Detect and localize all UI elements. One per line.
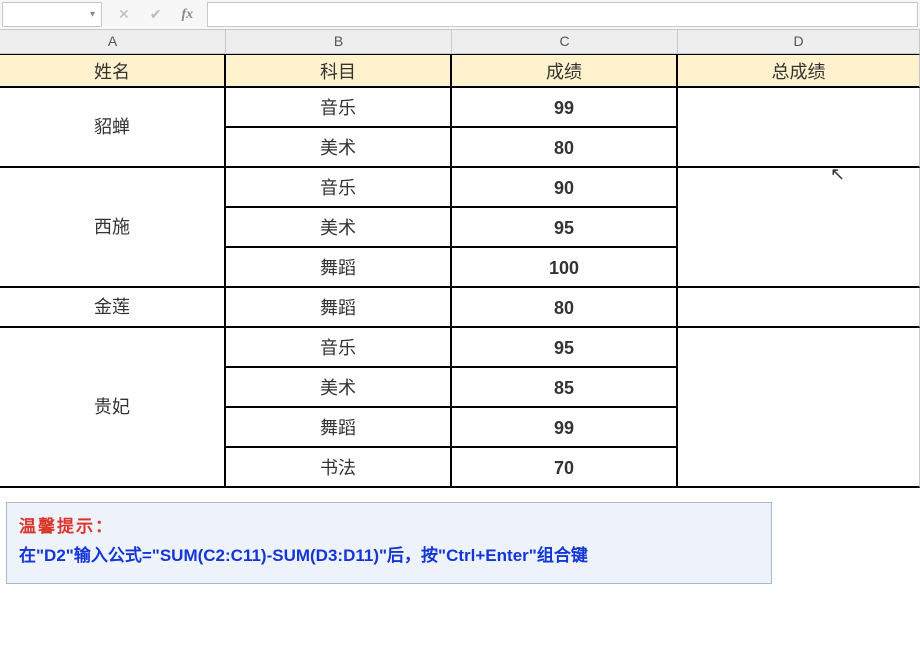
tip-box: 温馨提示： 在"D2"输入公式="SUM(C2:C11)-SUM(D3:D11)…	[6, 502, 772, 584]
cell-score[interactable]: 95	[452, 208, 678, 248]
formula-input[interactable]	[207, 2, 918, 27]
tip-body: 在"D2"输入公式="SUM(C2:C11)-SUM(D3:D11)"后，按"C…	[19, 542, 759, 571]
cell-score[interactable]: 100	[452, 248, 678, 288]
header-total[interactable]: 总成绩	[678, 54, 920, 88]
cell-score[interactable]: 90	[452, 168, 678, 208]
cell-score[interactable]: 85	[452, 368, 678, 408]
cell-subject[interactable]: 音乐	[226, 328, 452, 368]
cell-total[interactable]	[678, 88, 920, 168]
cell-subject[interactable]: 书法	[226, 448, 452, 488]
row-group: 西施音乐90美术95舞蹈100	[0, 168, 920, 288]
spreadsheet-grid: 姓名 科目 成绩 总成绩 貂蝉音乐99美术80西施音乐90美术95舞蹈100金莲…	[0, 54, 920, 488]
cell-name[interactable]: 贵妃	[0, 328, 226, 488]
cell-total[interactable]	[678, 168, 920, 288]
formula-bar-buttons: ✕ ✔ fx	[104, 0, 207, 29]
cell-subject[interactable]: 美术	[226, 208, 452, 248]
cell-score[interactable]: 95	[452, 328, 678, 368]
row-group: 金莲舞蹈80	[0, 288, 920, 328]
cell-score[interactable]: 80	[452, 128, 678, 168]
cell-total[interactable]	[678, 288, 920, 328]
header-subject[interactable]: 科目	[226, 54, 452, 88]
confirm-icon[interactable]: ✔	[150, 6, 162, 23]
header-score[interactable]: 成绩	[452, 54, 678, 88]
cancel-icon[interactable]: ✕	[118, 6, 130, 23]
cell-subject[interactable]: 舞蹈	[226, 248, 452, 288]
cell-score[interactable]: 70	[452, 448, 678, 488]
header-name[interactable]: 姓名	[0, 54, 226, 88]
cell-score[interactable]: 99	[452, 408, 678, 448]
formula-bar: ▾ ✕ ✔ fx	[0, 0, 920, 30]
cell-subject[interactable]: 舞蹈	[226, 288, 452, 328]
cell-subject[interactable]: 音乐	[226, 168, 452, 208]
cell-subject[interactable]: 美术	[226, 128, 452, 168]
cell-subject[interactable]: 音乐	[226, 88, 452, 128]
row-group: 貂蝉音乐99美术80	[0, 88, 920, 168]
cell-name[interactable]: 貂蝉	[0, 88, 226, 168]
cell-subject[interactable]: 舞蹈	[226, 408, 452, 448]
col-header-d[interactable]: D	[678, 30, 920, 53]
table-header-row: 姓名 科目 成绩 总成绩	[0, 54, 920, 88]
cell-name[interactable]: 金莲	[0, 288, 226, 328]
row-group: 贵妃音乐95美术85舞蹈99书法70	[0, 328, 920, 488]
col-header-a[interactable]: A	[0, 30, 226, 53]
cell-total[interactable]	[678, 328, 920, 488]
dropdown-icon[interactable]: ▾	[90, 9, 95, 20]
tip-title: 温馨提示：	[19, 513, 759, 542]
col-header-c[interactable]: C	[452, 30, 678, 53]
cell-subject[interactable]: 美术	[226, 368, 452, 408]
cell-name[interactable]: 西施	[0, 168, 226, 288]
column-headers: A B C D	[0, 30, 920, 54]
fx-icon[interactable]: fx	[181, 7, 193, 23]
name-box[interactable]: ▾	[2, 2, 102, 27]
cell-score[interactable]: 80	[452, 288, 678, 328]
col-header-b[interactable]: B	[226, 30, 452, 53]
cell-score[interactable]: 99	[452, 88, 678, 128]
